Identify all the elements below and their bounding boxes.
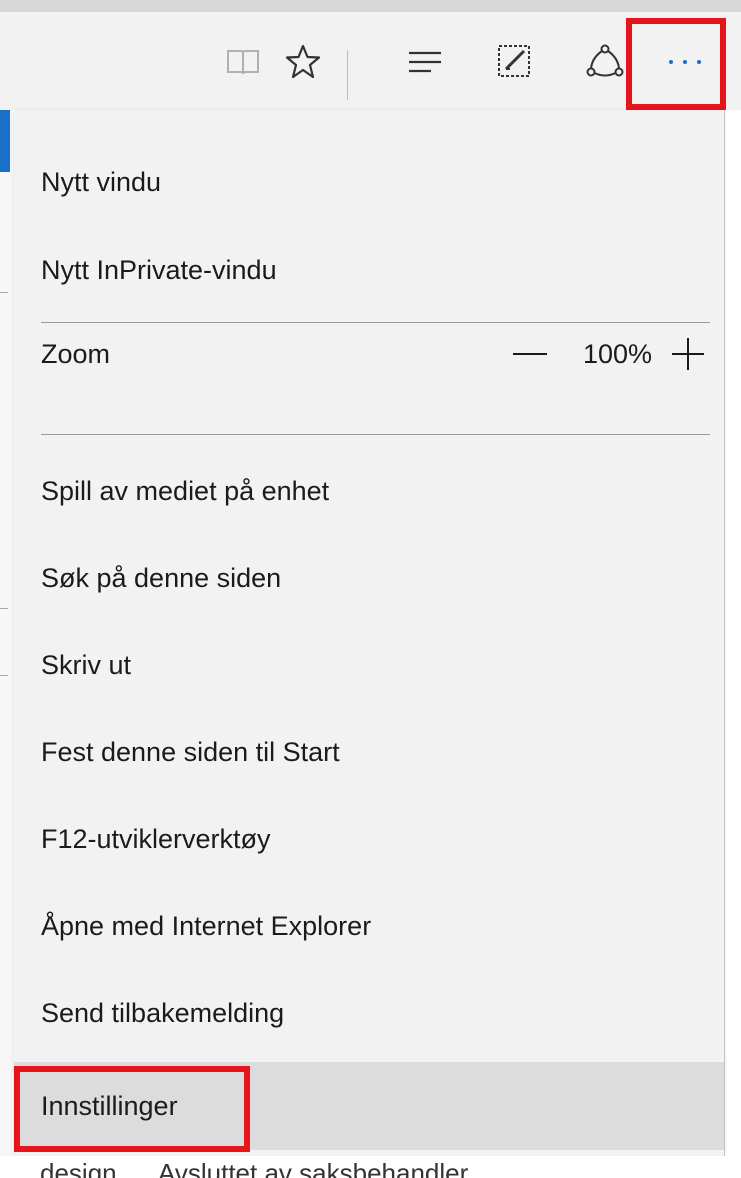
background-cell: Avsluttet av saksbehandler xyxy=(158,1158,469,1178)
background-page-row: design, Avsluttet av saksbehandler xyxy=(0,1156,741,1178)
web-note-icon[interactable] xyxy=(490,12,540,112)
zoom-out-button[interactable] xyxy=(512,353,547,355)
menu-item-label: Fest denne siden til Start xyxy=(41,736,340,767)
menu-item-label: Nytt InPrivate-vindu xyxy=(41,254,277,285)
menu-item-new-window[interactable]: Nytt vindu xyxy=(14,138,724,226)
hub-icon[interactable] xyxy=(400,12,450,112)
settings-highlight-box xyxy=(14,1066,250,1152)
zoom-controls: 100% xyxy=(512,338,704,370)
page-edge-mark xyxy=(0,675,8,676)
page-accent-bar xyxy=(0,110,10,172)
page-left-edge xyxy=(0,110,12,1178)
page-edge-mark xyxy=(0,608,8,609)
menu-item-label: Send tilbakemelding xyxy=(41,997,285,1028)
menu-separator xyxy=(41,434,710,435)
background-cell: design, xyxy=(40,1158,124,1178)
menu-item-pin-to-start[interactable]: Fest denne siden til Start xyxy=(14,708,724,796)
more-actions-highlight-box xyxy=(626,18,726,110)
menu-item-print[interactable]: Skriv ut xyxy=(14,621,724,709)
favorites-star-icon[interactable] xyxy=(278,12,328,112)
menu-item-label: F12-utviklerverktøy xyxy=(41,823,271,854)
page-right-border xyxy=(724,110,725,1178)
reading-view-icon[interactable] xyxy=(218,12,268,112)
menu-item-label: Skriv ut xyxy=(41,649,132,680)
menu-item-open-with-ie[interactable]: Åpne med Internet Explorer xyxy=(14,882,724,970)
share-icon[interactable] xyxy=(580,12,630,112)
more-actions-menu: Nytt vindu Nytt InPrivate-vindu Zoom 100… xyxy=(14,110,724,1156)
menu-item-send-feedback[interactable]: Send tilbakemelding xyxy=(14,969,724,1057)
menu-item-label: Søk på denne siden xyxy=(41,562,282,593)
toolbar-separator xyxy=(347,50,348,100)
menu-item-label: Åpne med Internet Explorer xyxy=(41,910,372,941)
menu-item-label: Spill av mediet på enhet xyxy=(41,475,330,506)
window-top-strip xyxy=(0,0,741,12)
menu-item-zoom: Zoom 100% xyxy=(14,310,724,398)
menu-item-label: Nytt vindu xyxy=(41,166,162,197)
zoom-label: Zoom xyxy=(41,338,111,369)
menu-item-new-inprivate-window[interactable]: Nytt InPrivate-vindu xyxy=(14,226,724,314)
menu-item-find-on-page[interactable]: Søk på denne siden xyxy=(14,534,724,622)
menu-item-cast-media[interactable]: Spill av mediet på enhet xyxy=(14,447,724,535)
zoom-in-button[interactable] xyxy=(672,338,704,370)
zoom-value: 100% xyxy=(582,338,652,369)
menu-item-developer-tools[interactable]: F12-utviklerverktøy xyxy=(14,795,724,883)
page-edge-mark xyxy=(0,292,8,293)
